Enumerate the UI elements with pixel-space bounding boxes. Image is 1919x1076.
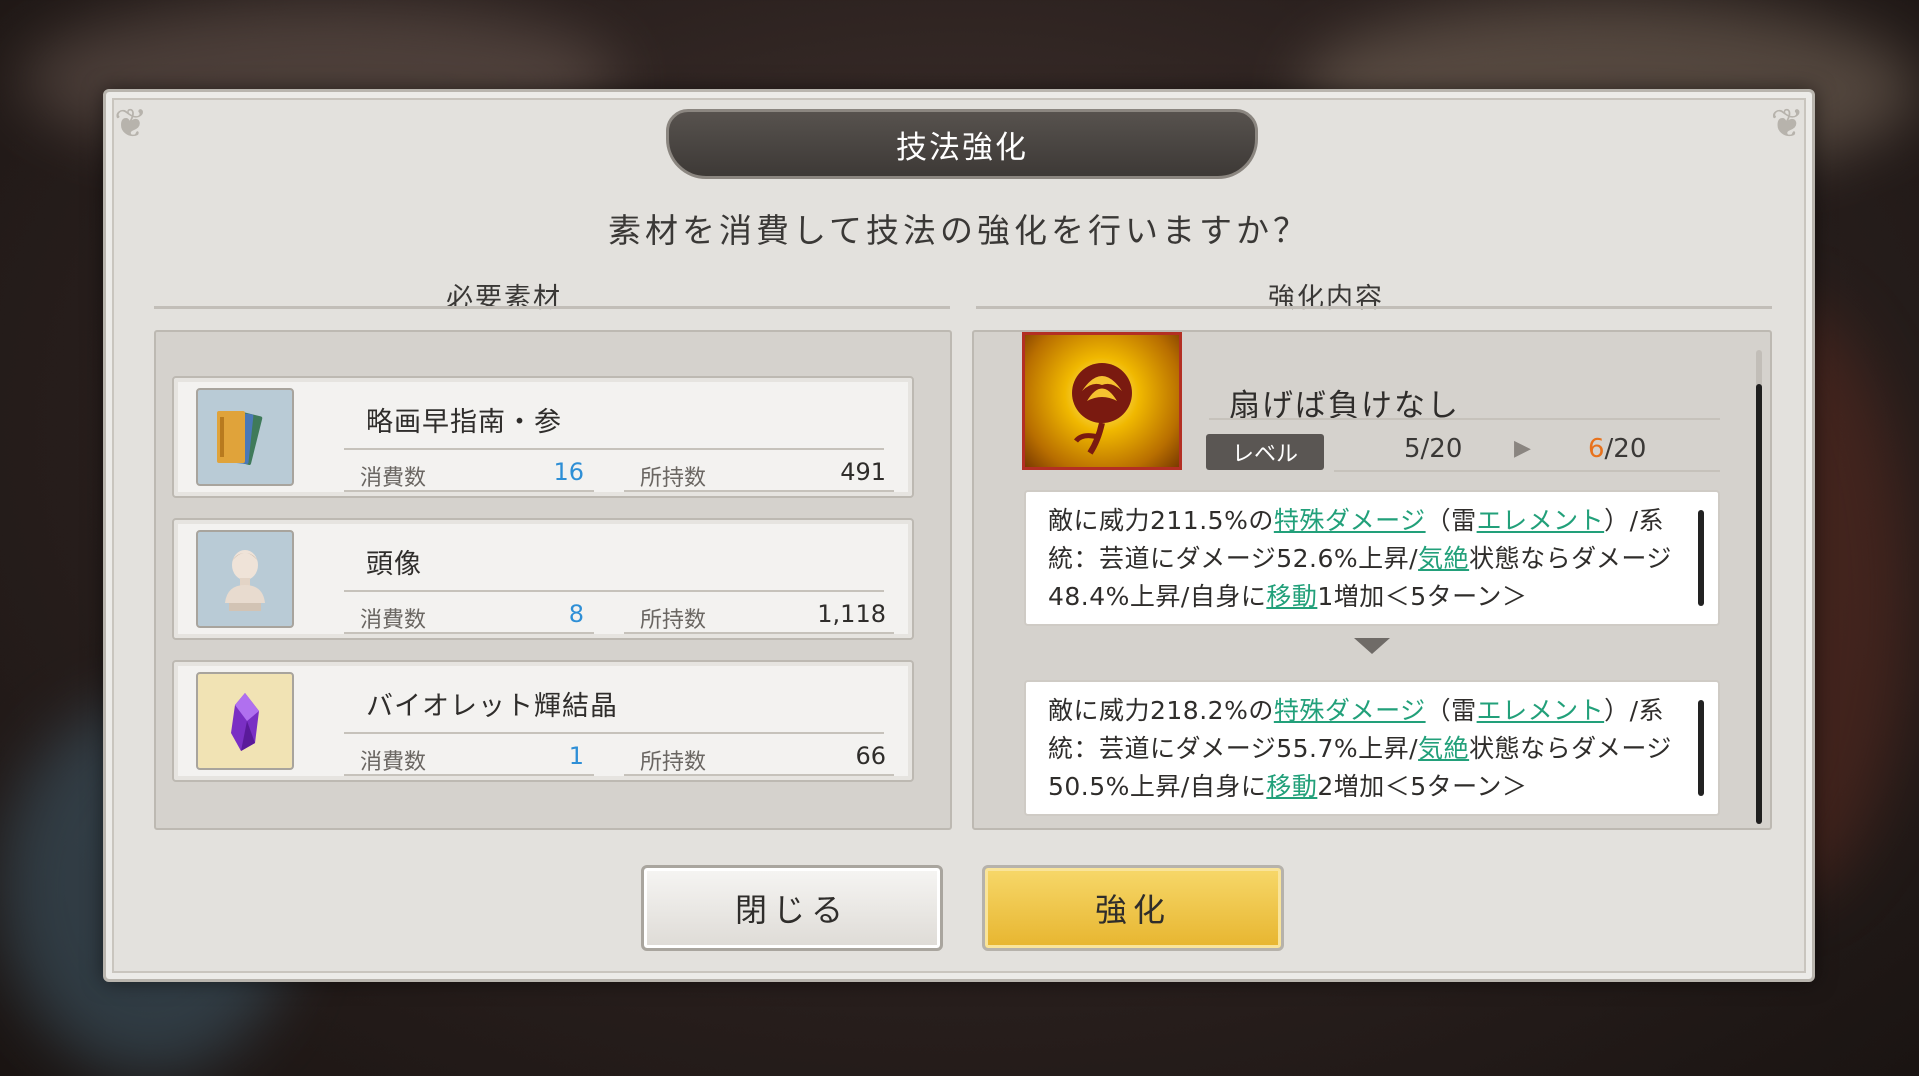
desc-text: （雷	[1425, 506, 1477, 535]
dialog-title: 技法強化	[666, 109, 1258, 179]
next-effect-description[interactable]: 敵に威力218.2%の特殊ダメージ（雷エレメント）/系統：芸道にダメージ55.7…	[1024, 680, 1720, 816]
divider	[976, 306, 1772, 309]
material-name: 頭像	[366, 549, 422, 580]
keyword-link[interactable]: エレメント	[1477, 506, 1605, 535]
divider	[344, 448, 884, 450]
keyword-link[interactable]: 特殊ダメージ	[1274, 696, 1426, 725]
desc-text: 敵に威力211.5%の	[1048, 506, 1274, 535]
enhancement-heading: 強化内容	[1268, 283, 1384, 314]
consume-label: 消費数	[360, 750, 427, 775]
divider	[344, 590, 884, 592]
enhance-dialog: ❦ ❦ 技法強化 素材を消費して技法の強化を行いますか？ 必要素材 強化内容 略…	[103, 89, 1815, 982]
keyword-link[interactable]: 気絶	[1418, 544, 1469, 573]
rose-skill-icon	[1022, 332, 1182, 470]
books-icon	[196, 388, 294, 486]
divider	[344, 632, 594, 634]
divider	[344, 774, 594, 776]
owned-label: 所持数	[640, 466, 707, 491]
consume-value: 1	[568, 742, 584, 770]
level-next: 6/20	[1588, 434, 1646, 464]
divider	[624, 632, 894, 634]
chevron-down-icon	[1354, 638, 1390, 654]
divider	[1334, 470, 1720, 472]
keyword-link[interactable]: 移動	[1266, 772, 1317, 801]
desc-text: 2増加＜5ターン＞	[1317, 772, 1528, 801]
close-button[interactable]: 閉じる	[641, 865, 943, 951]
divider	[154, 306, 950, 309]
owned-value: 491	[840, 458, 886, 486]
consume-value: 8	[568, 600, 584, 628]
enhance-button[interactable]: 強化	[982, 865, 1284, 951]
scrollbar[interactable]	[1698, 510, 1704, 606]
level-next-max: /20	[1604, 434, 1647, 464]
keyword-link[interactable]: 気絶	[1418, 734, 1469, 763]
owned-label: 所持数	[640, 750, 707, 775]
desc-text: 敵に威力218.2%の	[1048, 696, 1274, 725]
divider	[344, 490, 594, 492]
scrollbar[interactable]	[1698, 700, 1704, 796]
material-item[interactable]: 略画早指南・参 消費数 16 所持数 491	[172, 376, 914, 498]
consume-value: 16	[553, 458, 584, 486]
keyword-link[interactable]: 移動	[1266, 582, 1317, 611]
divider	[1209, 418, 1720, 420]
desc-text: 1増加＜5ターン＞	[1317, 582, 1528, 611]
keyword-link[interactable]: 特殊ダメージ	[1274, 506, 1426, 535]
material-name: バイオレット輝結晶	[366, 691, 618, 722]
current-effect-description[interactable]: 敵に威力211.5%の特殊ダメージ（雷エレメント）/系統：芸道にダメージ52.6…	[1024, 490, 1720, 626]
material-name: 略画早指南・参	[366, 407, 562, 438]
confirmation-question: 素材を消費して技法の強化を行いますか？	[607, 211, 1310, 250]
owned-value: 1,118	[817, 600, 886, 628]
enhancement-panel[interactable]: 扇げば負けなし レベル 5/20 ▶ 6/20 敵に威力211.5%の特殊ダメー…	[972, 330, 1772, 830]
owned-value: 66	[855, 742, 886, 770]
consume-label: 消費数	[360, 608, 427, 633]
level-badge: レベル	[1206, 434, 1324, 470]
material-item[interactable]: バイオレット輝結晶 消費数 1 所持数 66	[172, 660, 914, 782]
desc-text: （雷	[1425, 696, 1477, 725]
owned-label: 所持数	[640, 608, 707, 633]
material-item[interactable]: 頭像 消費数 8 所持数 1,118	[172, 518, 914, 640]
divider	[624, 490, 894, 492]
level-current: 5/20	[1404, 434, 1463, 464]
ornament-corner-left: ❦	[114, 101, 148, 147]
bust-statue-icon	[196, 530, 294, 628]
scrollbar-thumb[interactable]	[1756, 384, 1762, 824]
level-next-number: 6	[1588, 434, 1605, 464]
consume-label: 消費数	[360, 466, 427, 491]
materials-panel: 略画早指南・参 消費数 16 所持数 491 頭像 消費数 8 所持数 1,11…	[154, 330, 952, 830]
divider	[344, 732, 884, 734]
ornament-corner-right: ❦	[1770, 101, 1804, 147]
arrow-right-icon: ▶	[1514, 436, 1531, 461]
violet-crystal-icon	[196, 672, 294, 770]
keyword-link[interactable]: エレメント	[1477, 696, 1605, 725]
materials-heading: 必要素材	[446, 283, 562, 314]
divider	[624, 774, 894, 776]
